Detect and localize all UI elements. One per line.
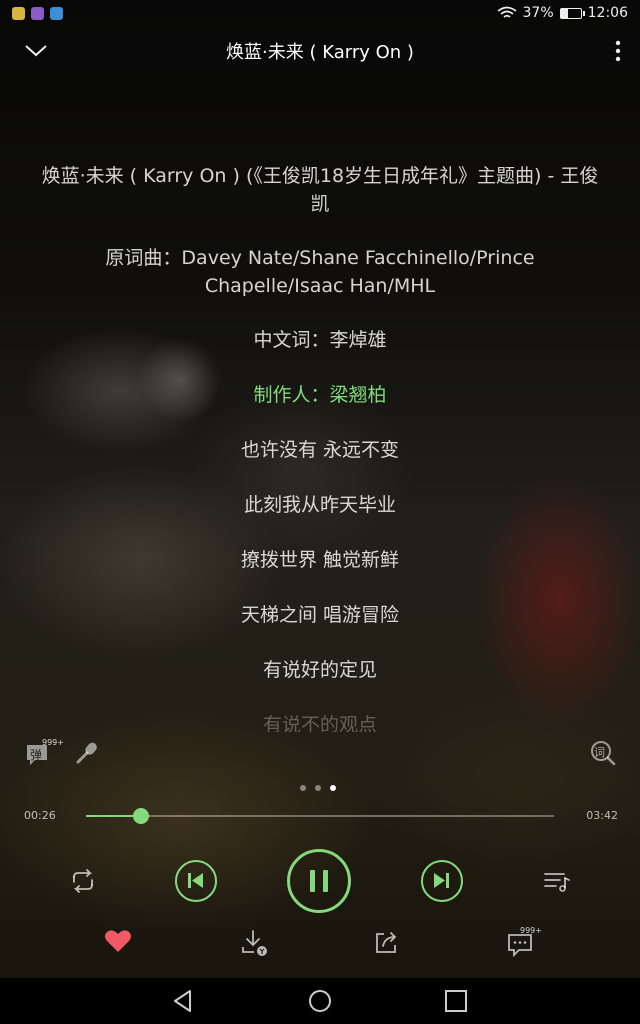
more-options-icon[interactable]	[614, 40, 622, 62]
page-dot	[330, 785, 336, 791]
total-time: 03:42	[586, 809, 618, 822]
nav-home-icon[interactable]	[307, 988, 333, 1014]
playback-controls	[0, 848, 640, 914]
repeat-icon[interactable]	[68, 868, 98, 894]
song-title: 焕蓝·未来 ( Karry On )	[226, 42, 414, 63]
notification-icons	[12, 7, 63, 20]
status-bar: 37% 12:06	[0, 0, 640, 28]
share-icon[interactable]	[373, 928, 401, 956]
current-time: 00:26	[24, 809, 56, 822]
previous-button[interactable]	[175, 860, 217, 902]
lyrics-mode-label: 词	[594, 746, 605, 759]
danmu-count: 999+	[42, 738, 64, 747]
danmu-button[interactable]: 弹 999+	[24, 738, 68, 768]
lyric-line: 天梯之间 唱游冒险	[240, 604, 400, 626]
microphone-icon[interactable]	[74, 740, 100, 766]
page-indicator	[300, 785, 336, 791]
nav-recent-apps-icon[interactable]	[443, 988, 469, 1014]
next-button[interactable]	[421, 860, 463, 902]
clock: 12:06	[587, 5, 628, 21]
danmu-label: 弹	[30, 748, 43, 762]
battery-percent: 37%	[522, 5, 554, 21]
pause-button[interactable]	[287, 849, 351, 913]
app-notification-icon	[50, 7, 63, 20]
status-right: 37% 12:06	[497, 5, 628, 21]
skip-previous-icon	[188, 873, 203, 888]
lyric-line: 有说好的定见	[262, 659, 377, 681]
page-dot	[300, 785, 306, 791]
lyrics-mode-button[interactable]: 词	[590, 740, 616, 766]
player-header: 焕蓝·未来 ( Karry On )	[0, 30, 640, 70]
system-navigation-bar	[0, 978, 640, 1024]
lyric-line: 此刻我从昨天毕业	[243, 494, 396, 516]
app-notification-icon	[31, 7, 44, 20]
lyric-line: 撩拨世界 触觉新鲜	[240, 549, 400, 571]
pause-icon	[310, 870, 328, 892]
app-notification-icon	[12, 7, 25, 20]
lyric-line: 中文词：李焯雄	[253, 329, 387, 351]
lyric-line: 原词曲：Davey Nate/Shane Facchinello/Prince …	[105, 247, 535, 297]
nav-back-icon[interactable]	[170, 988, 196, 1014]
lyrics-toolbar: 弹 999+ 词	[0, 738, 640, 768]
lyric-line-current: 制作人：梁翘柏	[253, 384, 387, 406]
battery-icon	[559, 7, 585, 19]
wifi-icon	[497, 6, 517, 18]
lyric-line: 焕蓝·未来 ( Karry On ) (《王俊凯18岁生日成年礼》主题曲) - …	[41, 165, 599, 215]
lyric-line: 也许没有 永远不变	[240, 439, 400, 461]
page-dot	[315, 785, 321, 791]
seek-bar[interactable]	[86, 808, 554, 824]
seek-bar-thumb[interactable]	[132, 808, 149, 824]
playlist-icon[interactable]	[542, 868, 572, 894]
progress-row: 00:26 03:42	[0, 805, 640, 827]
comments-button[interactable]: 999+	[506, 926, 542, 958]
download-icon[interactable]	[240, 928, 270, 958]
song-actions: 999+	[0, 924, 640, 964]
heart-icon[interactable]	[104, 928, 132, 954]
comment-count: 999+	[520, 926, 542, 935]
lyric-line: 有说不的观点	[262, 714, 377, 732]
lyrics-view[interactable]: 焕蓝·未来 ( Karry On ) (《王俊凯18岁生日成年礼》主题曲) - …	[30, 162, 610, 732]
skip-next-icon	[434, 873, 449, 888]
